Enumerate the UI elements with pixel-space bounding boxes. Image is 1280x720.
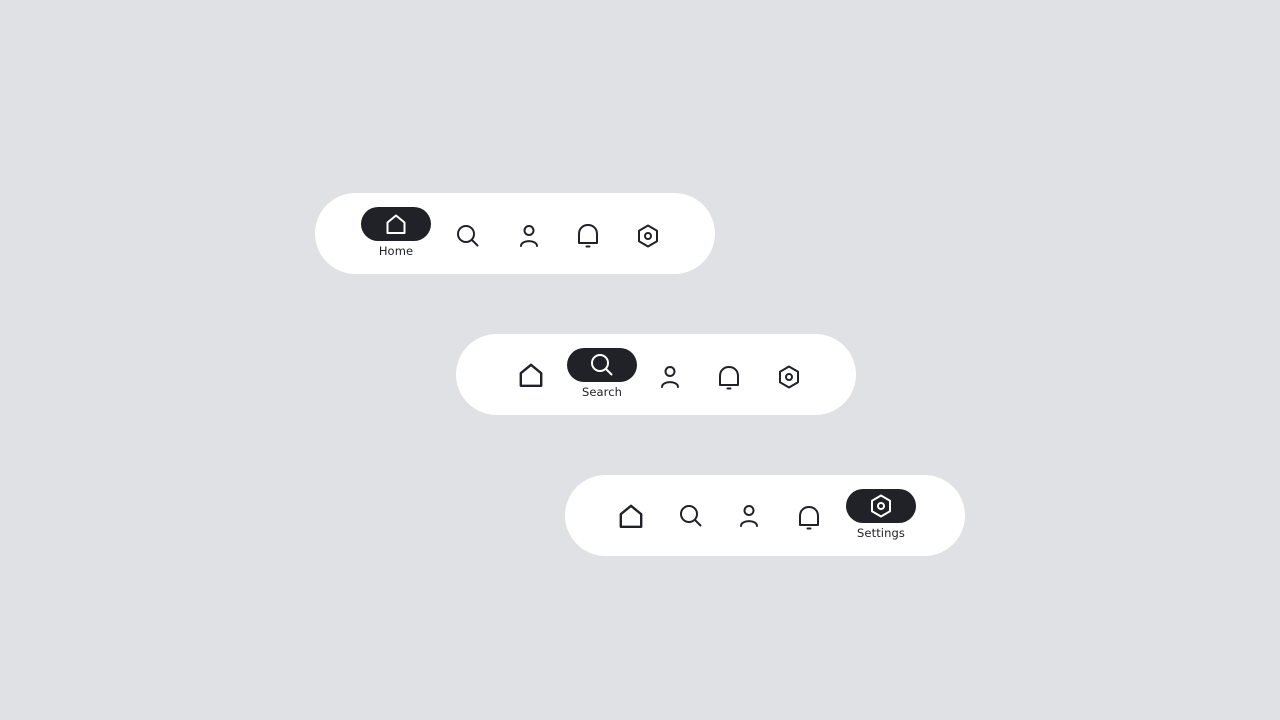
nav-item-label: Home bbox=[378, 244, 414, 258]
nav-item-settings[interactable] bbox=[631, 219, 665, 253]
nav-item-settings[interactable]: Settings bbox=[846, 489, 916, 540]
nav-item-notifications[interactable] bbox=[712, 361, 746, 395]
bell-icon bbox=[578, 224, 598, 248]
nav-item-search[interactable] bbox=[674, 499, 708, 533]
search-icon bbox=[457, 225, 479, 247]
search-icon bbox=[680, 505, 702, 527]
nav-item-profile[interactable] bbox=[512, 219, 546, 253]
bottom-nav-bar-home-active: Home bbox=[315, 193, 715, 274]
search-icon bbox=[591, 354, 613, 376]
nav-item-settings[interactable] bbox=[772, 360, 806, 394]
settings-icon bbox=[779, 365, 799, 389]
nav-item-search[interactable] bbox=[451, 219, 485, 253]
settings-icon bbox=[638, 224, 658, 248]
nav-item-notifications[interactable] bbox=[571, 219, 605, 253]
bell-icon bbox=[719, 366, 739, 390]
user-icon bbox=[740, 505, 758, 527]
nav-item-notifications[interactable] bbox=[792, 501, 826, 535]
settings-icon bbox=[871, 494, 891, 518]
nav-item-label: Settings bbox=[857, 526, 905, 540]
user-icon bbox=[661, 366, 679, 388]
nav-item-label: Search bbox=[581, 385, 623, 399]
nav-item-home[interactable] bbox=[514, 358, 548, 392]
home-icon bbox=[386, 214, 406, 234]
nav-item-home[interactable] bbox=[614, 499, 648, 533]
bottom-nav-bar-settings-active: Settings bbox=[565, 475, 965, 556]
bell-icon bbox=[799, 506, 819, 530]
nav-item-search[interactable]: Search bbox=[567, 348, 637, 399]
nav-item-profile[interactable] bbox=[732, 499, 766, 533]
bottom-nav-bar-search-active: Search bbox=[456, 334, 856, 415]
home-icon bbox=[519, 363, 543, 387]
nav-item-home[interactable]: Home bbox=[361, 207, 431, 258]
nav-item-profile[interactable] bbox=[653, 360, 687, 394]
home-icon bbox=[619, 504, 643, 528]
user-icon bbox=[520, 225, 538, 247]
